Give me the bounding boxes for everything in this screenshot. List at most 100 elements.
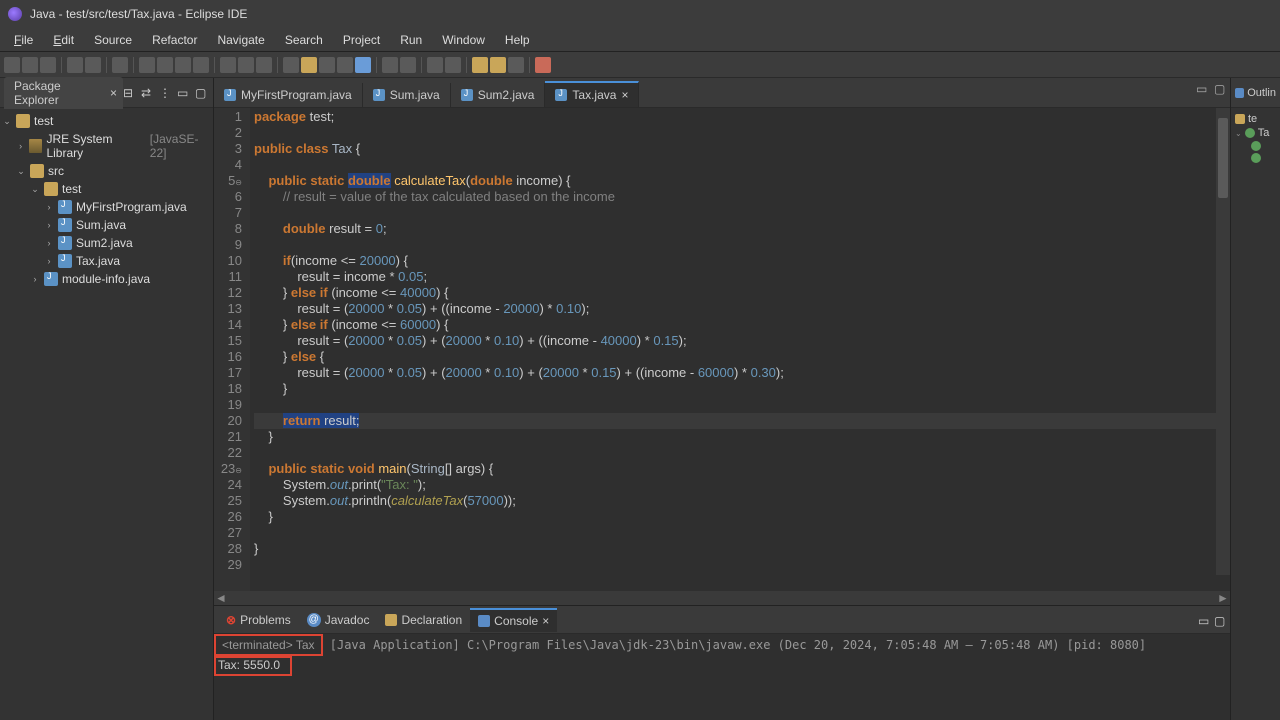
toolbar xyxy=(0,52,1280,78)
new-java-project-icon[interactable] xyxy=(220,57,236,73)
tree-src[interactable]: ⌄src xyxy=(2,162,211,180)
outline-panel: Outlin te ⌄Ta xyxy=(1230,78,1280,720)
package-icon xyxy=(1235,114,1245,124)
declaration-icon xyxy=(385,614,397,626)
open-type-icon[interactable] xyxy=(67,57,83,73)
toggle-breadcrumb-icon[interactable] xyxy=(85,57,101,73)
view-menu-icon[interactable]: ⋮ xyxy=(159,86,173,100)
save-icon[interactable] xyxy=(22,57,38,73)
editor-tab-tax[interactable]: Tax.java× xyxy=(545,81,639,107)
minimize-icon[interactable]: ▭ xyxy=(1198,614,1210,626)
menu-window[interactable]: Window xyxy=(432,31,495,49)
tree-file[interactable]: ›Sum.java xyxy=(2,216,211,234)
package-explorer-label: Package Explorer xyxy=(14,79,104,107)
tree-file[interactable]: ›MyFirstProgram.java xyxy=(2,198,211,216)
collapse-icon[interactable]: ⊟ xyxy=(123,86,137,100)
pin-icon[interactable] xyxy=(355,57,371,73)
code-editor[interactable]: 12345⊖67891011121314151617181920212223⊖2… xyxy=(214,108,1230,591)
package-explorer-tab[interactable]: Package Explorer × xyxy=(4,77,123,109)
library-icon xyxy=(29,139,42,153)
outline-method[interactable] xyxy=(1235,152,1276,164)
method-icon xyxy=(1251,141,1261,151)
prev-annotation-icon[interactable] xyxy=(400,57,416,73)
folder-icon xyxy=(30,164,44,178)
minimize-icon[interactable]: ▭ xyxy=(1196,82,1208,94)
close-icon[interactable]: × xyxy=(621,88,628,102)
editor-tab-sum[interactable]: Sum.java xyxy=(363,83,451,107)
tab-declaration[interactable]: Declaration xyxy=(377,609,470,631)
new-icon[interactable] xyxy=(4,57,20,73)
forward-history-icon[interactable] xyxy=(508,57,524,73)
menu-source[interactable]: Source xyxy=(84,31,142,49)
editor-tab-sum2[interactable]: Sum2.java xyxy=(451,83,546,107)
java-file-icon xyxy=(58,200,72,214)
outline-method[interactable] xyxy=(1235,140,1276,152)
close-icon[interactable]: × xyxy=(110,86,117,100)
last-edit-icon[interactable] xyxy=(472,57,488,73)
menu-refactor[interactable]: Refactor xyxy=(142,31,207,49)
back-arrow-icon[interactable] xyxy=(427,57,443,73)
tab-javadoc[interactable]: @Javadoc xyxy=(299,609,378,631)
maximize-icon[interactable]: ▢ xyxy=(1214,82,1226,94)
run-icon[interactable] xyxy=(157,57,173,73)
tree-jre[interactable]: ›JRE System Library [JavaSE-22] xyxy=(2,130,211,162)
code-text[interactable]: package test; public class Tax { public … xyxy=(250,108,1230,591)
menu-file[interactable]: File xyxy=(4,31,43,49)
maximize-icon[interactable]: ▢ xyxy=(195,86,209,100)
tree-file[interactable]: ›module-info.java xyxy=(2,270,211,288)
save-all-icon[interactable] xyxy=(40,57,56,73)
tree-file[interactable]: ›Tax.java xyxy=(2,252,211,270)
at-icon: @ xyxy=(307,613,321,627)
run-last-icon[interactable] xyxy=(193,57,209,73)
debug-icon[interactable] xyxy=(139,57,155,73)
link-editor-icon[interactable]: ⇄ xyxy=(141,86,155,100)
tree-project[interactable]: ⌄test xyxy=(2,112,211,130)
tree-package[interactable]: ⌄test xyxy=(2,180,211,198)
project-tree: ⌄test ›JRE System Library [JavaSE-22] ⌄s… xyxy=(0,108,213,292)
menu-edit[interactable]: Edit xyxy=(43,31,84,49)
java-file-icon xyxy=(555,89,567,101)
maximize-icon[interactable]: ▢ xyxy=(1214,614,1226,626)
bottom-panel: ⊗Problems @Javadoc Declaration Console× … xyxy=(214,605,1230,720)
menu-run[interactable]: Run xyxy=(390,31,432,49)
vertical-scrollbar[interactable] xyxy=(1216,108,1230,575)
horizontal-scrollbar[interactable]: ◄► xyxy=(214,591,1230,605)
tab-problems[interactable]: ⊗Problems xyxy=(218,609,299,631)
menu-search[interactable]: Search xyxy=(275,31,333,49)
minimize-icon[interactable]: ▭ xyxy=(177,86,191,100)
pin-editor-icon[interactable] xyxy=(535,57,551,73)
forward-arrow-icon[interactable] xyxy=(445,57,461,73)
outline-class[interactable]: ⌄Ta xyxy=(1235,126,1276,140)
window-title: Java - test/src/test/Tax.java - Eclipse … xyxy=(30,7,247,21)
open-task-icon[interactable] xyxy=(283,57,299,73)
outline-pkg[interactable]: te xyxy=(1235,112,1276,126)
tree-file[interactable]: ›Sum2.java xyxy=(2,234,211,252)
java-file-icon xyxy=(44,272,58,286)
next-annotation-icon[interactable] xyxy=(382,57,398,73)
coverage-icon[interactable] xyxy=(175,57,191,73)
menu-navigate[interactable]: Navigate xyxy=(207,31,274,49)
menu-project[interactable]: Project xyxy=(333,31,390,49)
menu-bar: File Edit Source Refactor Navigate Searc… xyxy=(0,28,1280,52)
error-icon: ⊗ xyxy=(226,613,236,627)
java-file-icon xyxy=(373,89,385,101)
menu-help[interactable]: Help xyxy=(495,31,540,49)
toggle-mark-icon[interactable] xyxy=(301,57,317,73)
method-icon xyxy=(1251,153,1261,163)
java-file-icon xyxy=(58,218,72,232)
eclipse-icon xyxy=(8,7,22,21)
back-history-icon[interactable] xyxy=(490,57,506,73)
toggle-block-icon[interactable] xyxy=(319,57,335,73)
show-whitespace-icon[interactable] xyxy=(337,57,353,73)
new-class-icon[interactable] xyxy=(256,57,272,73)
console-icon xyxy=(478,615,490,627)
editor-tab-myfirst[interactable]: MyFirstProgram.java xyxy=(214,83,363,107)
close-icon[interactable]: × xyxy=(542,614,549,628)
tab-console[interactable]: Console× xyxy=(470,608,557,632)
outline-label: Outlin xyxy=(1247,87,1276,99)
package-icon xyxy=(44,182,58,196)
title-bar: Java - test/src/test/Tax.java - Eclipse … xyxy=(0,0,1280,28)
class-icon xyxy=(1245,128,1255,138)
new-package-icon[interactable] xyxy=(238,57,254,73)
skip-breakpoints-icon[interactable] xyxy=(112,57,128,73)
